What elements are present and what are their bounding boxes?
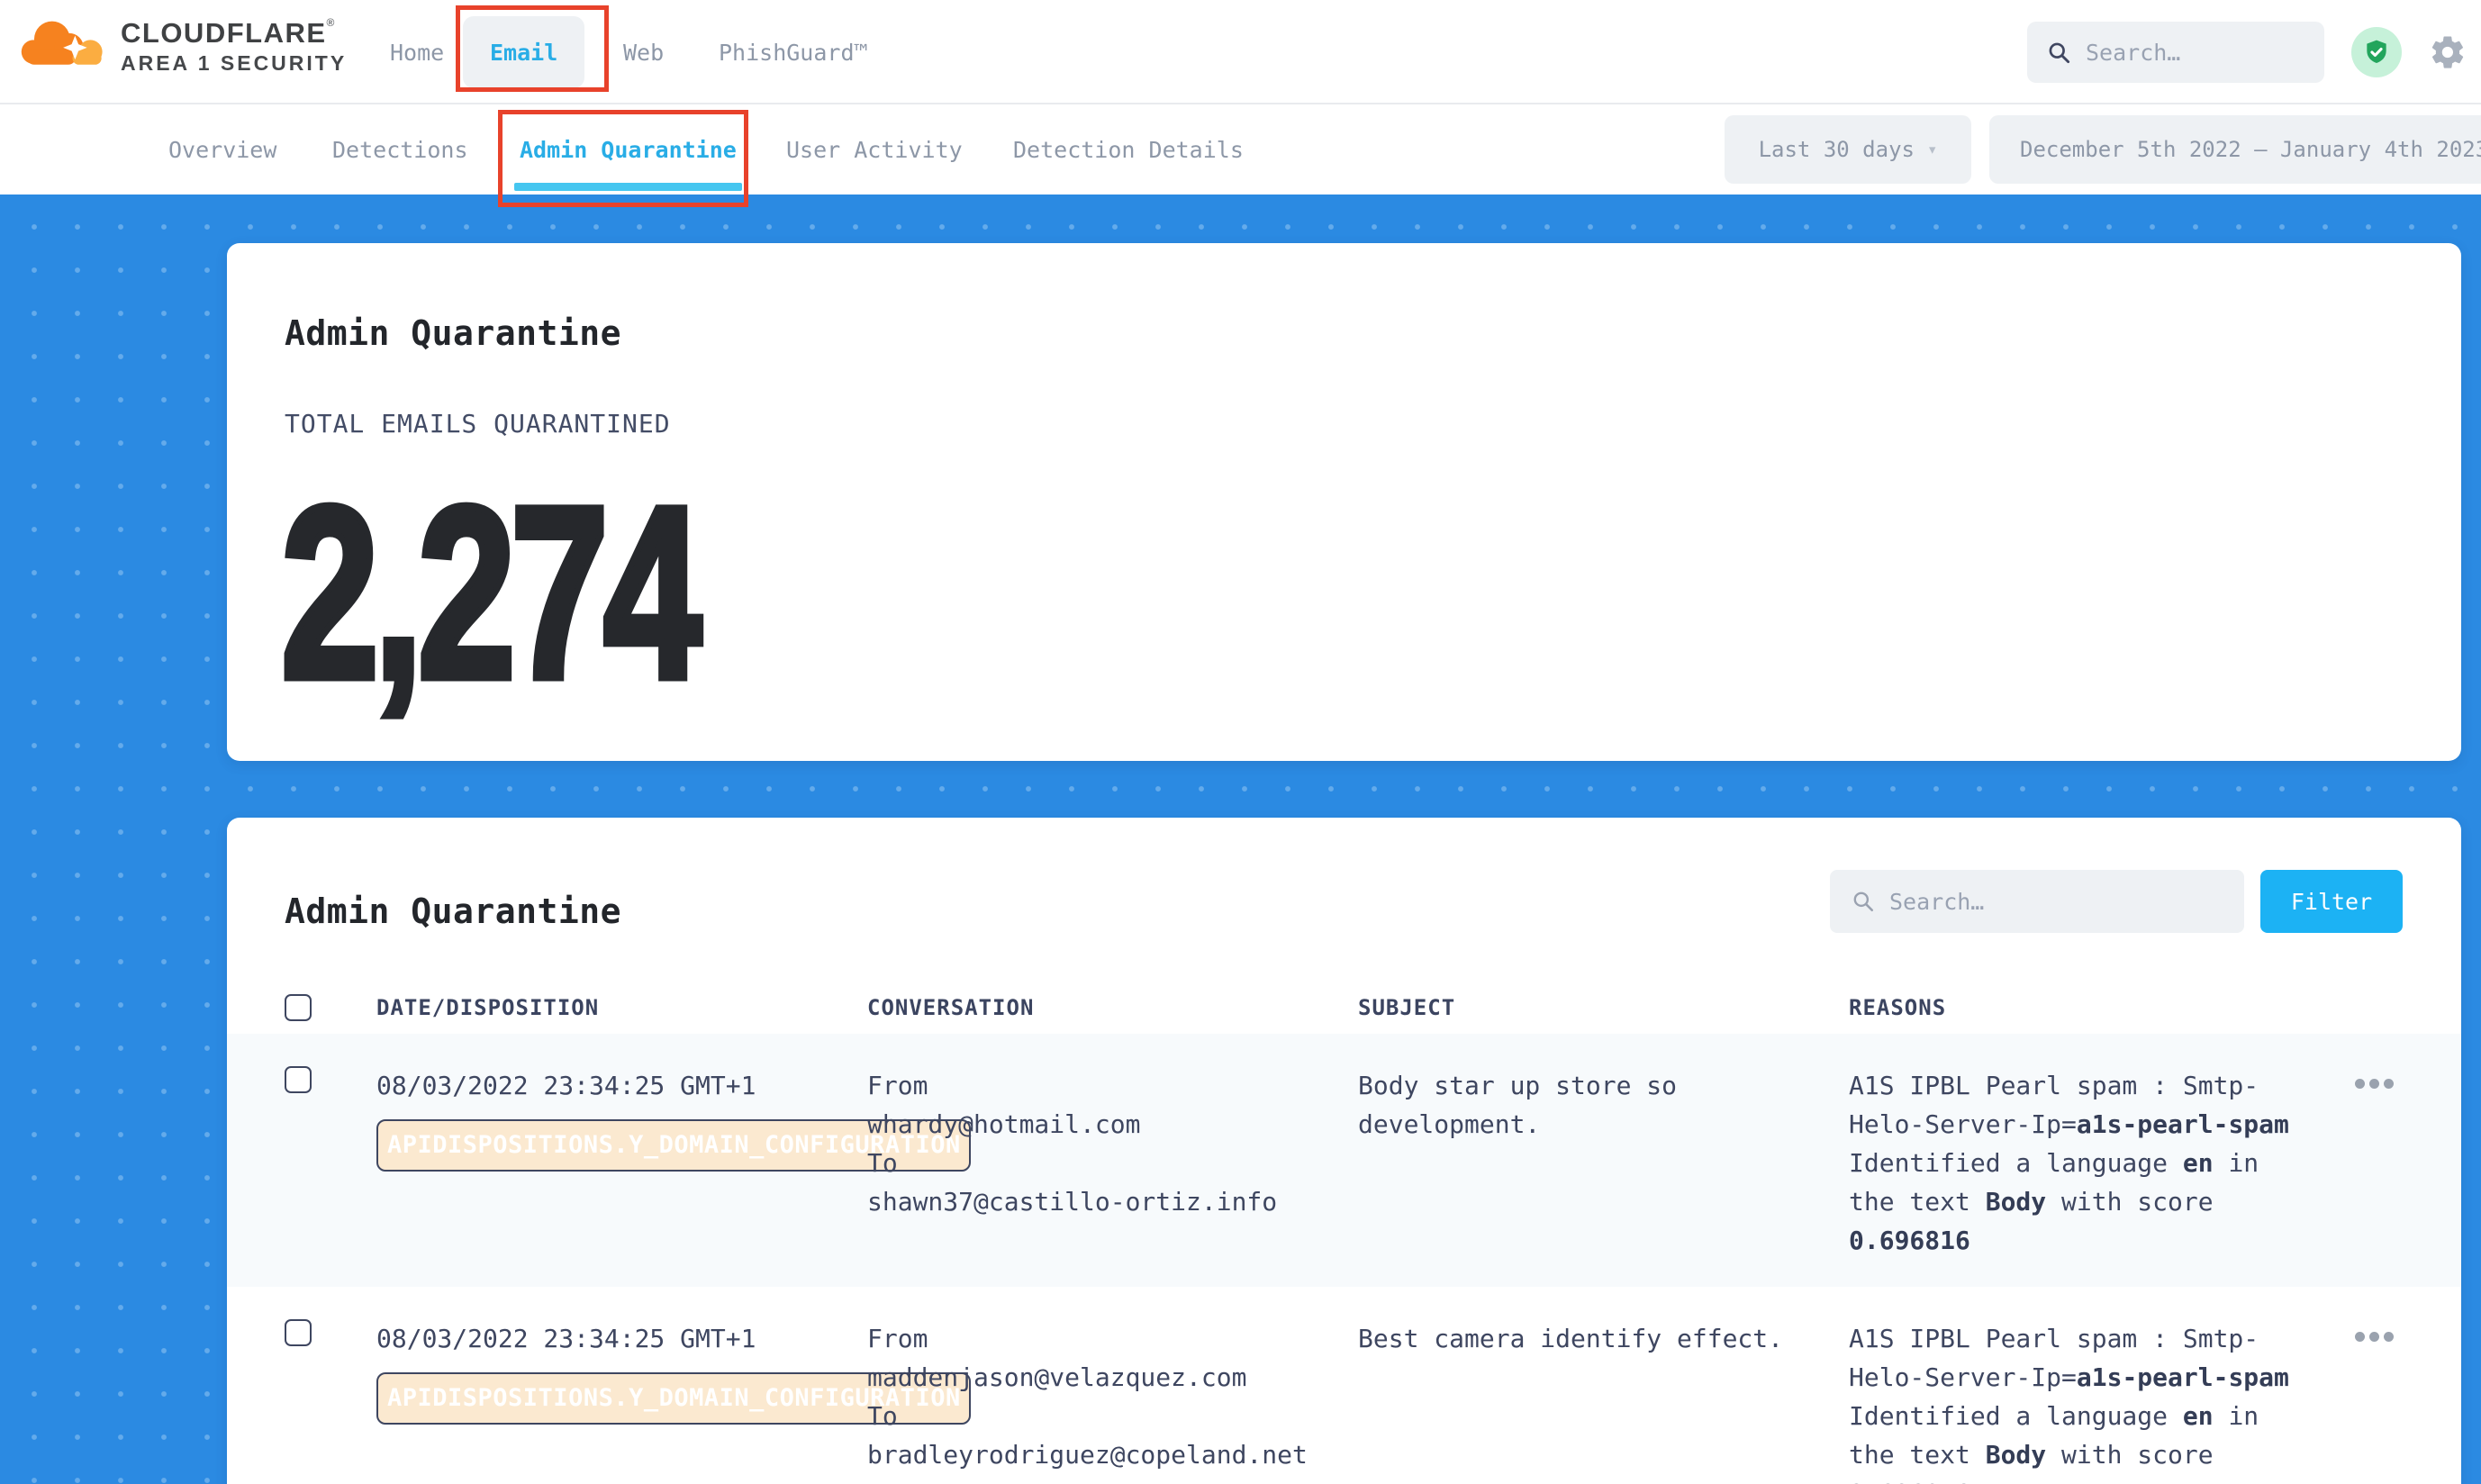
tab-detections[interactable]: Detections <box>332 104 468 195</box>
search-icon <box>2047 41 2071 65</box>
table-row: 08/03/2022 23:34:25 GMT+1 APIDISPOSITION… <box>227 1034 2461 1287</box>
table-search[interactable] <box>1830 870 2244 933</box>
security-status-badge[interactable] <box>2351 27 2402 77</box>
conversation-cell: From whardy@hotmail.com To shawn37@casti… <box>867 1066 1358 1221</box>
to-address[interactable]: shawn37@castillo-ortiz.info <box>867 1182 1358 1221</box>
date-range-display[interactable]: December 5th 2022 — January 4th 2023 <box>1989 115 2481 184</box>
row-actions-menu[interactable] <box>2355 1079 2461 1089</box>
brand-subtitle: AREA 1 SECURITY <box>121 51 347 76</box>
nav-item-home[interactable]: Home <box>390 0 444 104</box>
table-search-input[interactable] <box>1889 889 2196 915</box>
quarantine-table-card: Admin Quarantine Filter DATE/DISPOSITION… <box>227 818 2461 1484</box>
from-address[interactable]: maddenjason@velazquez.com <box>867 1358 1358 1397</box>
reasons-cell: A1S IPBL Pearl spam : Smtp-Helo-Server-I… <box>1849 1066 2308 1260</box>
metric-label: TOTAL EMAILS QUARANTINED <box>285 409 2404 439</box>
brand-text: CLOUDFLARE® AREA 1 SECURITY <box>121 16 347 76</box>
date-disposition-cell: 08/03/2022 23:34:25 GMT+1 APIDISPOSITION… <box>376 1319 867 1425</box>
nav-item-phishguard[interactable]: PhishGuard™ <box>719 0 868 104</box>
chevron-down-icon: ▾ <box>1927 140 1937 159</box>
tab-detection-details[interactable]: Detection Details <box>1013 104 1244 195</box>
conversation-cell: From maddenjason@velazquez.com To bradle… <box>867 1319 1358 1474</box>
time-range-label: Last 30 days <box>1759 137 1915 162</box>
subject-cell: Body star up store so development. <box>1358 1066 1817 1144</box>
summary-card: Admin Quarantine TOTAL EMAILS QUARANTINE… <box>227 243 2461 761</box>
row-date: 08/03/2022 23:34:25 GMT+1 <box>376 1324 756 1353</box>
from-address[interactable]: whardy@hotmail.com <box>867 1105 1358 1144</box>
summary-card-title: Admin Quarantine <box>285 313 2404 353</box>
tab-admin-quarantine[interactable]: Admin Quarantine <box>520 104 737 195</box>
tab-overview[interactable]: Overview <box>168 104 276 195</box>
cloudflare-cloud-icon <box>18 13 112 79</box>
column-header-conversation[interactable]: CONVERSATION <box>867 995 1358 1020</box>
table-card-header: Admin Quarantine Filter <box>285 818 2404 935</box>
nav-item-email[interactable]: Email <box>463 16 584 88</box>
tab-user-activity[interactable]: User Activity <box>786 104 963 195</box>
registered-mark: ® <box>327 16 336 29</box>
reasons-cell: A1S IPBL Pearl spam : Smtp-Helo-Server-I… <box>1849 1319 2308 1484</box>
subject-cell: Best camera identify effect. <box>1358 1319 1817 1358</box>
row-date: 08/03/2022 23:34:25 GMT+1 <box>376 1071 756 1100</box>
filter-button[interactable]: Filter <box>2260 870 2403 933</box>
column-header-reasons[interactable]: REASONS <box>1849 995 2342 1020</box>
to-label: To <box>867 1397 1358 1435</box>
table-header-row: DATE/DISPOSITION CONVERSATION SUBJECT RE… <box>227 982 2461 1034</box>
metric-value: 2,274 <box>281 470 696 715</box>
row-checkbox[interactable] <box>285 1319 312 1346</box>
search-icon <box>1852 890 1875 913</box>
time-range-dropdown[interactable]: Last 30 days ▾ <box>1725 115 1971 184</box>
column-header-subject[interactable]: SUBJECT <box>1358 995 1849 1020</box>
nav-item-web[interactable]: Web <box>623 0 664 104</box>
shield-check-icon <box>2362 38 2391 67</box>
cloudflare-logo[interactable]: CLOUDFLARE® AREA 1 SECURITY <box>18 13 347 79</box>
row-checkbox[interactable] <box>285 1066 312 1093</box>
table-row: 08/03/2022 23:34:25 GMT+1 APIDISPOSITION… <box>227 1287 2461 1484</box>
section-tab-bar: Overview Detections Admin Quarantine Use… <box>0 104 2481 195</box>
date-disposition-cell: 08/03/2022 23:34:25 GMT+1 APIDISPOSITION… <box>376 1066 867 1172</box>
column-header-date[interactable]: DATE/DISPOSITION <box>376 995 867 1020</box>
global-search-input[interactable] <box>2086 40 2284 66</box>
select-all-checkbox[interactable] <box>285 994 312 1021</box>
row-actions-menu[interactable] <box>2355 1332 2461 1342</box>
to-label: To <box>867 1144 1358 1182</box>
settings-gear-icon[interactable] <box>2429 33 2467 71</box>
page-background: Admin Quarantine TOTAL EMAILS QUARANTINE… <box>0 195 2481 1484</box>
date-range-text: December 5th 2022 — January 4th 2023 <box>2020 137 2481 162</box>
top-right-cluster <box>2027 0 2467 104</box>
global-search[interactable] <box>2027 22 2324 83</box>
from-label: From <box>867 1319 1358 1358</box>
top-bar: CLOUDFLARE® AREA 1 SECURITY Home Email W… <box>0 0 2481 104</box>
to-address[interactable]: bradleyrodriguez@copeland.net <box>867 1435 1358 1474</box>
brand-name: CLOUDFLARE® <box>121 16 347 50</box>
from-label: From <box>867 1066 1358 1105</box>
